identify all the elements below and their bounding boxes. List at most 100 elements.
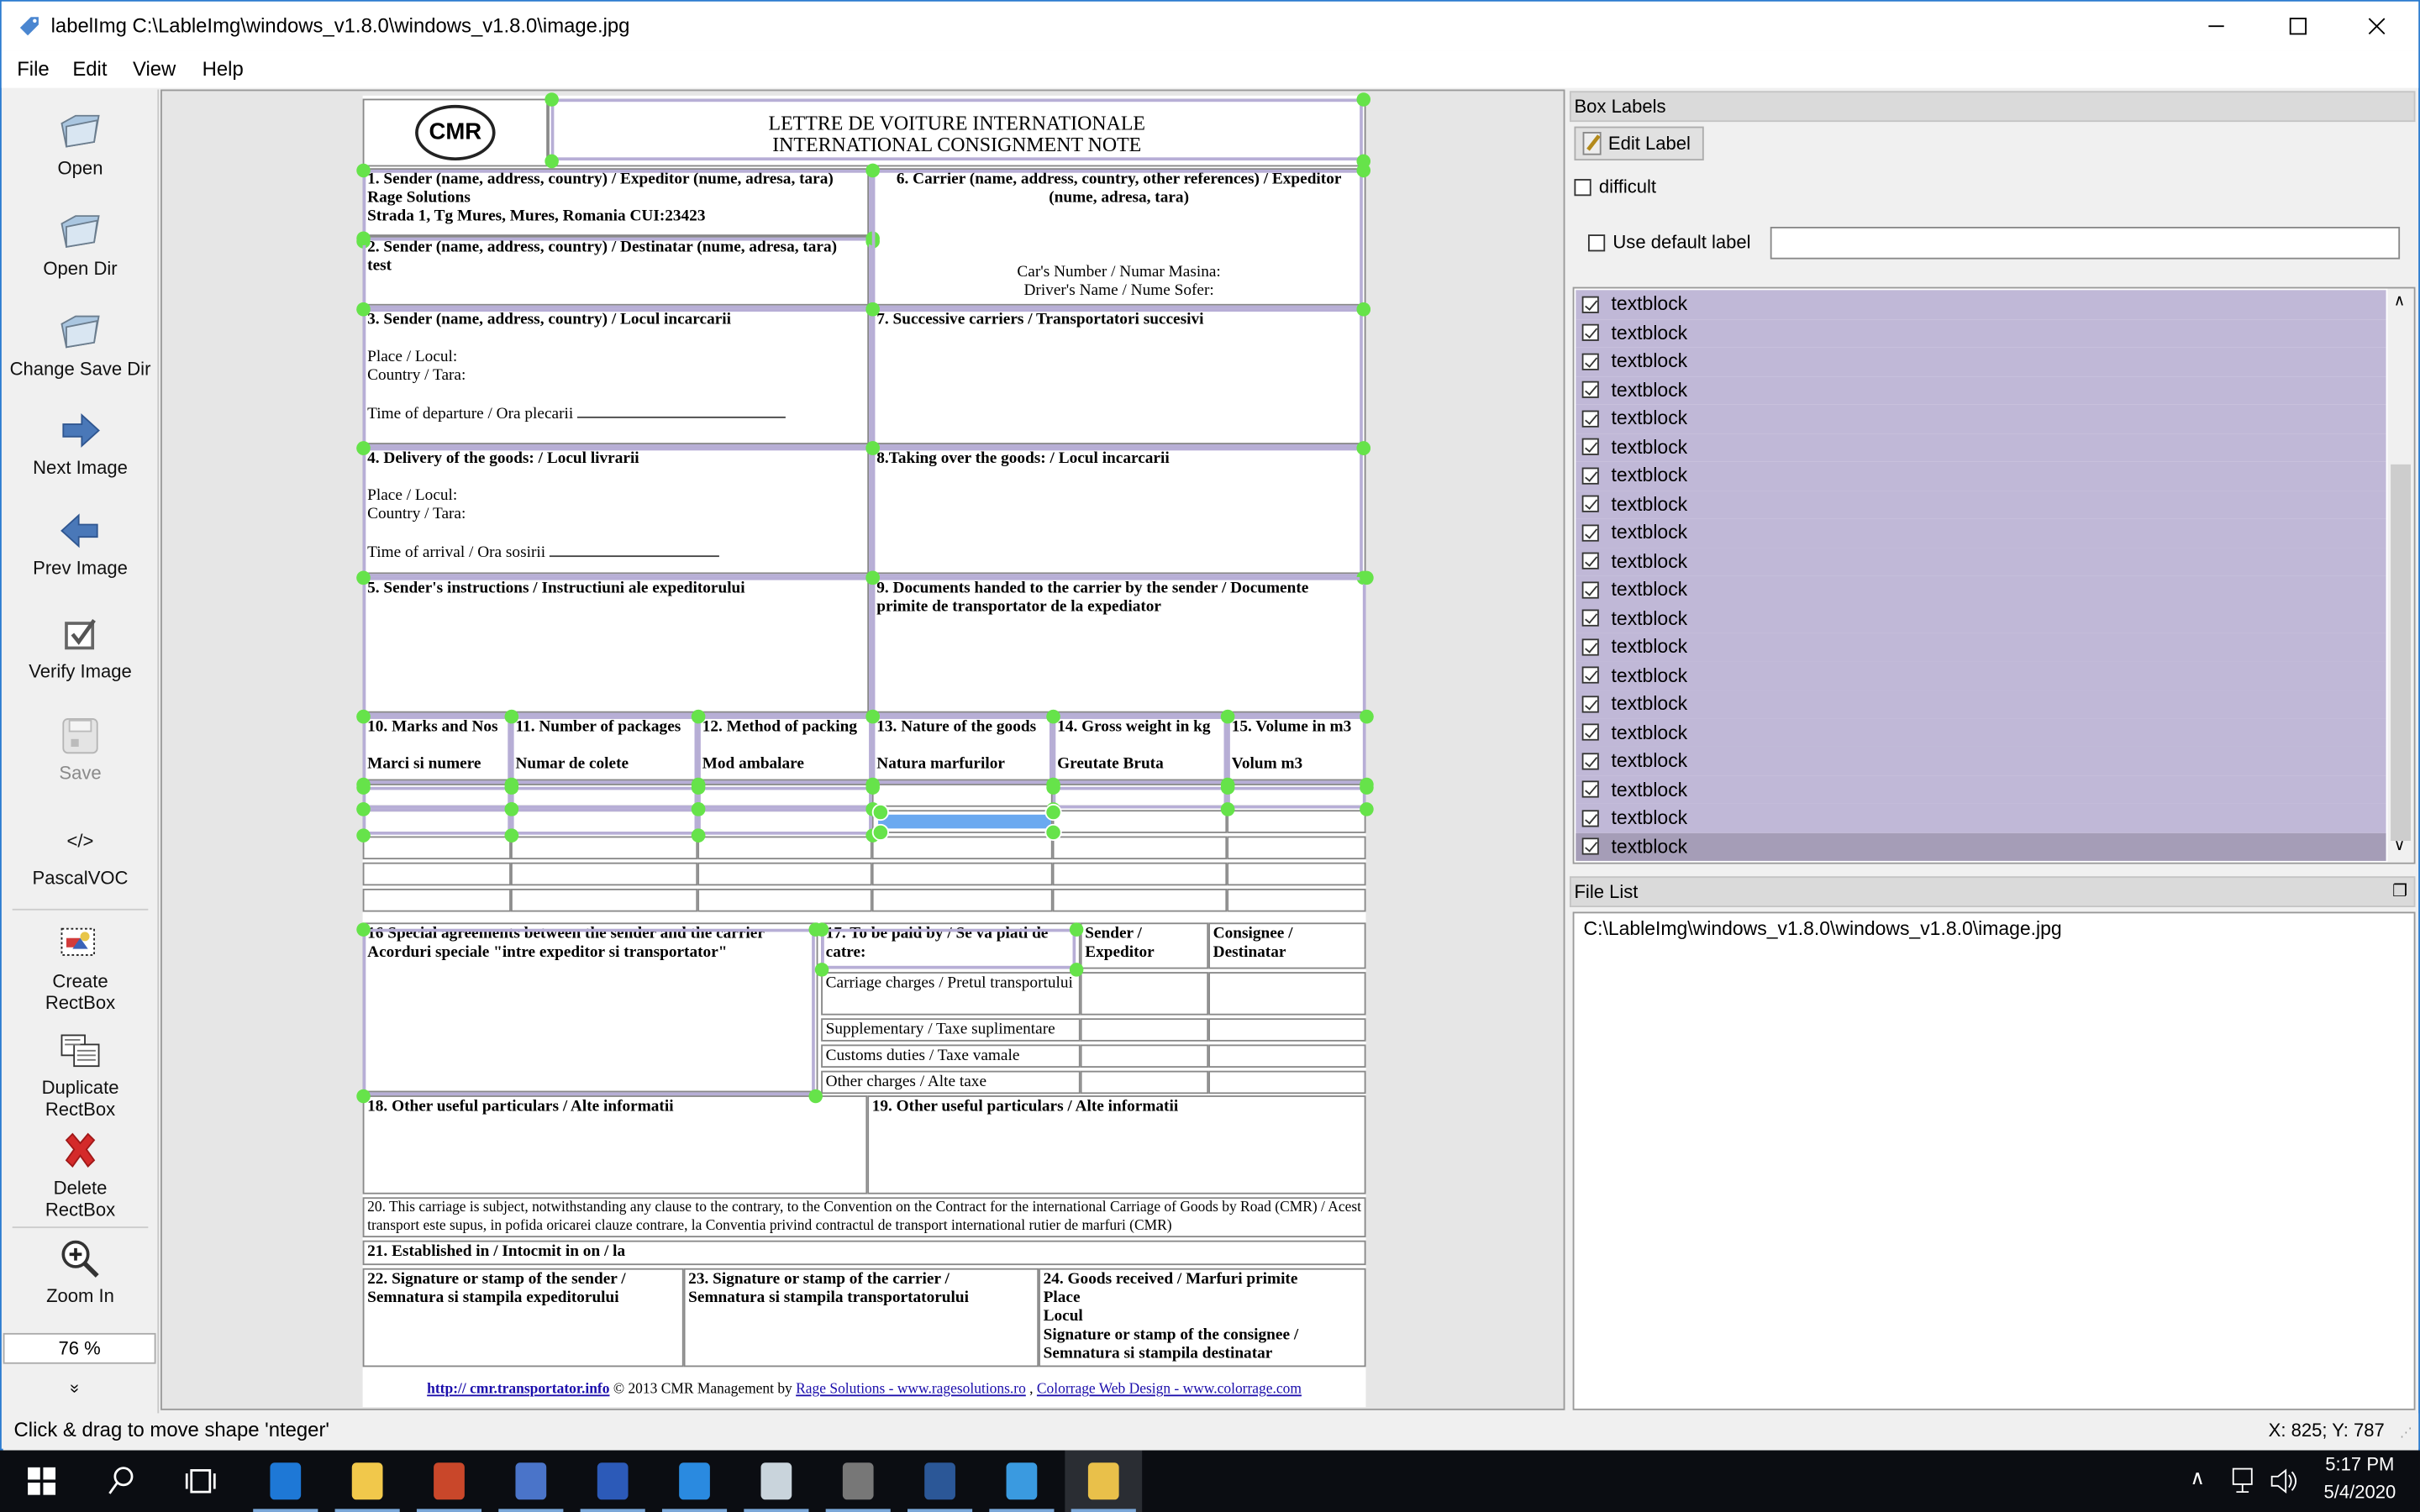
box-corner-handle[interactable] xyxy=(1355,162,1370,177)
box-corner-handle[interactable] xyxy=(355,921,370,936)
box-corner-handle[interactable] xyxy=(355,801,370,816)
change-save-dir-button[interactable]: Change Save Dir xyxy=(3,308,158,380)
box-corner-handle[interactable] xyxy=(1045,780,1060,794)
label-visibility-checkbox[interactable] xyxy=(1581,780,1599,799)
box-corner-handle[interactable] xyxy=(1045,708,1060,723)
box-corner-handle[interactable] xyxy=(865,302,880,316)
label-visibility-checkbox[interactable] xyxy=(1581,496,1599,513)
box-corner-handle[interactable] xyxy=(690,801,705,816)
box-corner-handle[interactable] xyxy=(503,827,518,842)
zoom-in-button[interactable]: Zoom In xyxy=(3,1236,158,1307)
box-corner-handle[interactable] xyxy=(355,570,370,585)
label-list[interactable]: textblock textblock textblock textblock text… xyxy=(1572,286,2416,864)
label-list-item[interactable]: textblock xyxy=(1576,347,2386,376)
label-list-item[interactable]: textblock xyxy=(1576,832,2386,861)
taskbar-app-remote-desktop[interactable] xyxy=(492,1451,570,1512)
label-visibility-checkbox[interactable] xyxy=(1581,752,1599,770)
label-visibility-checkbox[interactable] xyxy=(1581,609,1599,627)
box-corner-handle[interactable] xyxy=(1355,440,1370,454)
box-corner-handle[interactable] xyxy=(690,780,705,794)
box-corner-handle[interactable] xyxy=(355,302,370,316)
box-corner-handle[interactable] xyxy=(1219,708,1234,723)
minimize-button[interactable] xyxy=(2181,2,2251,51)
verify-image-button[interactable]: Verify Image xyxy=(3,611,158,682)
close-button[interactable] xyxy=(2341,2,2412,51)
next-image-button[interactable]: Next Image xyxy=(3,407,158,478)
taskbar-app-python-labelimg[interactable] xyxy=(1065,1450,1143,1512)
selected-bounding-box[interactable] xyxy=(878,814,1051,829)
label-list-item[interactable]: textblock xyxy=(1576,717,2386,747)
label-list-item[interactable]: textblock xyxy=(1576,290,2386,319)
box-corner-handle[interactable] xyxy=(808,1088,823,1103)
label-visibility-checkbox[interactable] xyxy=(1581,837,1599,856)
prev-image-button[interactable]: Prev Image xyxy=(3,507,158,579)
difficult-checkbox[interactable]: difficult xyxy=(1574,176,1656,197)
float-dock-icon[interactable]: ❐ xyxy=(2392,878,2407,906)
label-list-item[interactable]: textblock xyxy=(1576,404,2386,433)
label-list-item[interactable]: textblock xyxy=(1576,661,2386,690)
search-button[interactable] xyxy=(82,1451,159,1512)
file-list[interactable]: C:\LableImg\windows_v1.8.0\windows_v1.8.… xyxy=(1572,911,2416,1410)
label-visibility-checkbox[interactable] xyxy=(1581,324,1599,342)
box-corner-handle[interactable] xyxy=(865,708,880,723)
label-list-item[interactable]: textblock xyxy=(1576,633,2386,662)
taskbar-app-edge[interactable] xyxy=(247,1451,324,1512)
box-corner-handle[interactable] xyxy=(355,440,370,454)
label-list-item[interactable]: textblock xyxy=(1576,746,2386,775)
resize-grip-icon[interactable]: ⋰ xyxy=(2400,1425,2412,1440)
box-corner-handle[interactable] xyxy=(503,801,518,816)
box-corner-handle[interactable] xyxy=(503,780,518,794)
box-corner-handle[interactable] xyxy=(865,230,880,245)
box-corner-handle[interactable] xyxy=(1359,780,1373,794)
box-corner-handle[interactable] xyxy=(1355,302,1370,316)
network-icon[interactable] xyxy=(2228,1467,2260,1495)
label-visibility-checkbox[interactable] xyxy=(1581,666,1599,685)
volume-icon[interactable] xyxy=(2269,1467,2300,1495)
label-visibility-checkbox[interactable] xyxy=(1581,553,1599,570)
difficult-checkbox-box[interactable] xyxy=(1574,178,1591,196)
box-corner-handle[interactable] xyxy=(865,162,880,177)
scroll-up-icon[interactable]: ∧ xyxy=(2394,293,2405,310)
selected-box-handle[interactable] xyxy=(871,803,889,821)
zoom-level-input[interactable]: 76 % xyxy=(3,1332,156,1364)
box-corner-handle[interactable] xyxy=(1219,801,1234,816)
label-list-item[interactable]: textblock xyxy=(1576,690,2386,718)
box-corner-handle[interactable] xyxy=(1068,921,1083,936)
label-list-item[interactable]: textblock xyxy=(1576,547,2386,576)
taskbar-app-lock-app[interactable] xyxy=(819,1451,897,1512)
box-corner-handle[interactable] xyxy=(1359,570,1373,585)
label-list-item[interactable]: textblock xyxy=(1576,575,2386,605)
label-list-item[interactable]: textblock xyxy=(1576,518,2386,548)
start-button[interactable] xyxy=(3,1451,81,1512)
delete-rectbox-button[interactable]: Delete RectBox xyxy=(3,1128,158,1221)
label-visibility-checkbox[interactable] xyxy=(1581,723,1599,742)
image-canvas[interactable]: CMR LETTRE DE VOITURE INTERNATIONALE INT… xyxy=(160,89,1565,1410)
use-default-label-checkbox-box[interactable] xyxy=(1587,234,1606,251)
menu-view[interactable]: View xyxy=(133,57,176,81)
menu-file[interactable]: File xyxy=(17,57,49,81)
box-corner-handle[interactable] xyxy=(355,162,370,177)
menu-help[interactable]: Help xyxy=(203,57,244,81)
label-visibility-checkbox[interactable] xyxy=(1581,580,1599,599)
box-corner-handle[interactable] xyxy=(355,1088,370,1103)
open-button[interactable]: Open xyxy=(3,108,158,179)
system-clock[interactable]: 5:17 PM 5/4/2020 xyxy=(2315,1453,2405,1503)
label-visibility-checkbox[interactable] xyxy=(1581,438,1599,456)
label-visibility-checkbox[interactable] xyxy=(1581,695,1599,713)
box-corner-handle[interactable] xyxy=(355,780,370,794)
taskbar-app-file-explorer[interactable] xyxy=(329,1451,406,1512)
box-corner-handle[interactable] xyxy=(1068,962,1083,976)
box-corner-handle[interactable] xyxy=(544,92,558,106)
box-corner-handle[interactable] xyxy=(1355,92,1370,106)
label-visibility-checkbox[interactable] xyxy=(1581,381,1599,399)
taskbar-app-powerpoint[interactable] xyxy=(411,1451,488,1512)
save-button[interactable]: Save xyxy=(3,713,158,784)
label-list-item[interactable]: textblock xyxy=(1576,375,2386,405)
taskbar-app-word[interactable] xyxy=(902,1451,979,1512)
default-label-input[interactable] xyxy=(1770,226,2401,260)
label-list-scrollbar[interactable]: ∧ ∨ xyxy=(2387,288,2414,863)
label-list-item[interactable]: textblock xyxy=(1576,318,2386,348)
taskbar-app-vscode[interactable] xyxy=(656,1451,734,1512)
label-list-item[interactable]: textblock xyxy=(1576,433,2386,462)
label-visibility-checkbox[interactable] xyxy=(1581,353,1599,370)
